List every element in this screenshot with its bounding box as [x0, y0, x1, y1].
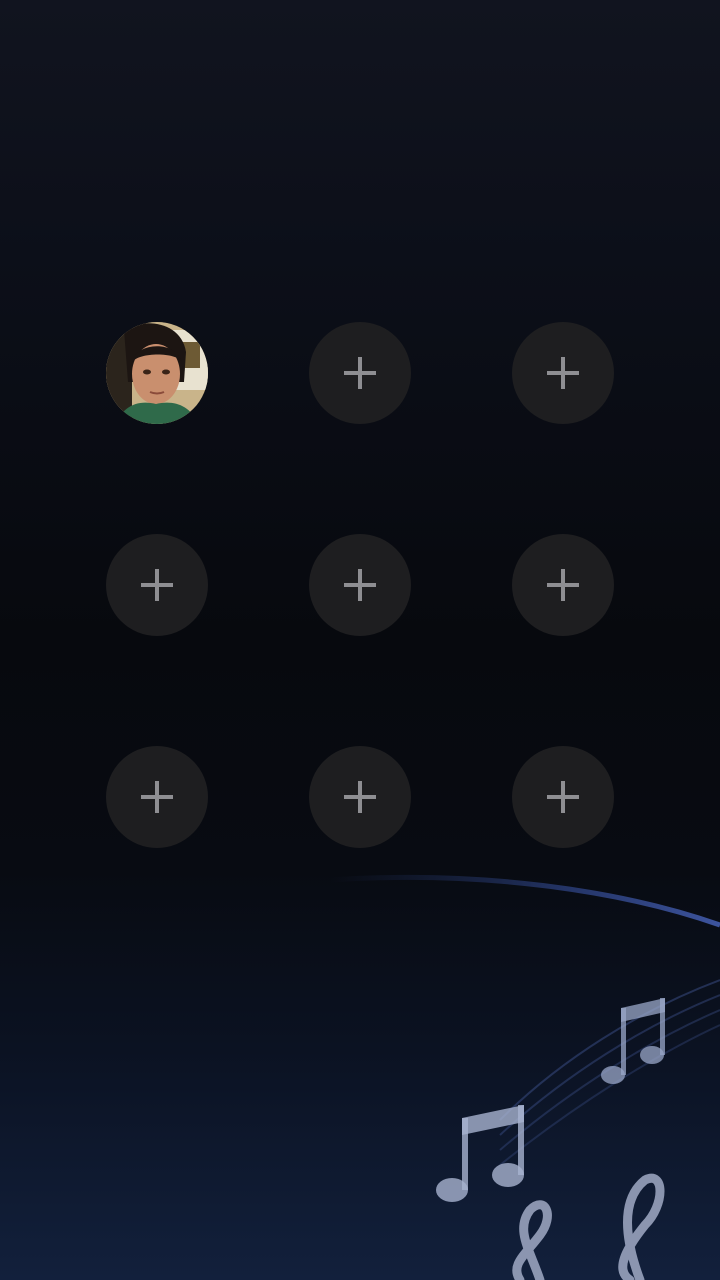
plus-icon [141, 569, 173, 601]
plus-icon [547, 781, 579, 813]
contact-photo-slot[interactable] [106, 322, 208, 424]
plus-icon [344, 357, 376, 389]
add-contact-slot-7[interactable] [106, 746, 208, 848]
add-contact-slot-2[interactable] [309, 322, 411, 424]
speed-dial-grid [0, 0, 720, 1280]
add-contact-slot-9[interactable] [512, 746, 614, 848]
add-contact-slot-3[interactable] [512, 322, 614, 424]
plus-icon [547, 569, 579, 601]
add-contact-slot-4[interactable] [106, 534, 208, 636]
contact-photo [106, 322, 208, 424]
plus-icon [141, 781, 173, 813]
plus-icon [344, 781, 376, 813]
add-contact-slot-5[interactable] [309, 534, 411, 636]
add-contact-slot-8[interactable] [309, 746, 411, 848]
speed-dial-screen [0, 0, 720, 1280]
plus-icon [344, 569, 376, 601]
add-contact-slot-6[interactable] [512, 534, 614, 636]
plus-icon [547, 357, 579, 389]
